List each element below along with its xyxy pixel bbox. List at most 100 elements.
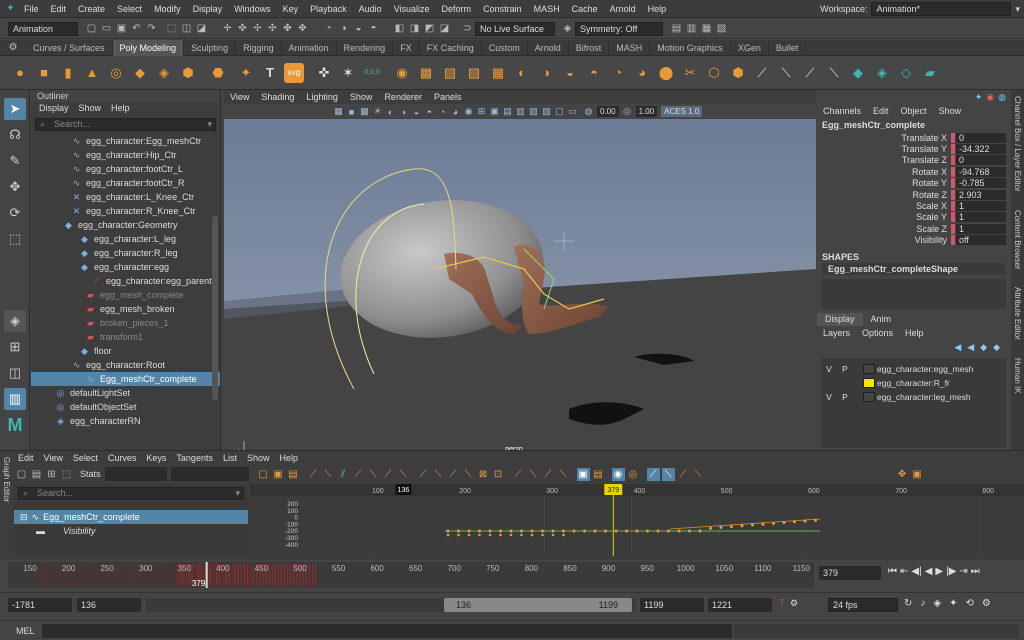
current-frame-field[interactable]: 379 xyxy=(819,566,881,580)
buffer-snapshot-icon[interactable]: ⊠ xyxy=(477,468,490,481)
outliner-search-input[interactable]: ⌕ Search... ▾ xyxy=(35,118,216,131)
graph-menu-tangents[interactable]: Tangents xyxy=(176,451,213,465)
graph-key[interactable] xyxy=(541,533,544,537)
graph-key[interactable] xyxy=(499,533,502,537)
select-tool-icon[interactable]: ➤ xyxy=(4,98,26,120)
layer-tab-display[interactable]: Display xyxy=(817,312,863,326)
snap-vertex-icon[interactable]: ✥ xyxy=(296,22,309,35)
play-start-field[interactable]: 136 xyxy=(77,598,141,612)
outliner-row[interactable]: ∿ egg_character:footCtr_R xyxy=(31,176,220,190)
graph-move-icon[interactable]: ✥ xyxy=(896,468,909,481)
poly-sphere-icon[interactable]: ● xyxy=(10,63,30,83)
frame-playback-icon[interactable]: ▣ xyxy=(272,468,285,481)
go-to-start-icon[interactable]: ⏮ xyxy=(888,566,897,577)
extrude-icon[interactable]: ▦ xyxy=(488,63,508,83)
collapse-icon[interactable]: ⬤ xyxy=(656,63,676,83)
four-pane-icon[interactable]: ⊞ xyxy=(4,336,26,358)
offset-loop-icon[interactable]: ⬢ xyxy=(728,63,748,83)
graph-key[interactable] xyxy=(751,523,754,527)
tangent-auto-icon[interactable]: ⟋ xyxy=(307,468,320,481)
xray-icon[interactable]: ◔ xyxy=(437,106,448,117)
graph-key[interactable] xyxy=(478,533,481,537)
magnet-icon[interactable]: ⊃ xyxy=(461,22,474,35)
channel-row[interactable]: Rotate Z 2.903 xyxy=(817,189,1010,200)
history-icon[interactable]: ◔ xyxy=(322,22,335,35)
two-pane-icon[interactable]: ◫ xyxy=(4,362,26,384)
boolean-int-icon[interactable]: ◒ xyxy=(560,63,580,83)
channel-value-field[interactable]: -94.768 xyxy=(956,166,1006,177)
graph-attribute-row[interactable]: ▬ Visibility xyxy=(14,524,248,538)
animation-prefs-icon[interactable]: ✦ xyxy=(949,598,957,609)
live-surface-field[interactable]: No Live Surface xyxy=(475,21,555,36)
menu-arnold[interactable]: Arnold xyxy=(604,0,642,18)
camera-attr-icon[interactable]: ▣ xyxy=(489,106,500,117)
outliner-row[interactable]: ▰ egg_mesh_broken xyxy=(31,302,220,316)
tangent-plateau-icon[interactable]: ⟍ xyxy=(397,468,410,481)
viewport-menu-view[interactable]: View xyxy=(230,90,249,104)
wireframe-icon[interactable]: ▦ xyxy=(333,106,344,117)
super-shape-icon[interactable]: ⬣ xyxy=(208,63,228,83)
channel-row[interactable]: Scale Y 1 xyxy=(817,212,1010,223)
retime-icon[interactable]: ⟍ xyxy=(661,467,675,481)
graph-key[interactable] xyxy=(446,533,450,537)
menu-deform[interactable]: Deform xyxy=(436,0,478,18)
lasso-tool-icon[interactable]: ☊ xyxy=(4,124,26,146)
graph-key[interactable] xyxy=(803,519,807,523)
outliner-menu-show[interactable]: Show xyxy=(79,102,102,115)
undo-icon[interactable]: ↶ xyxy=(130,22,143,35)
shadows-icon[interactable]: ◐ xyxy=(385,106,396,117)
side-tab-attribute-editor[interactable]: Attribute Editor xyxy=(1013,287,1022,340)
multi-cut-icon[interactable]: ✂ xyxy=(680,63,700,83)
menu-file[interactable]: File xyxy=(18,0,45,18)
step-back-key-icon[interactable]: ⇤ xyxy=(900,566,908,577)
graph-key[interactable] xyxy=(457,533,460,537)
graph-key[interactable] xyxy=(488,533,492,537)
combine-icon[interactable]: 0,0,0 xyxy=(362,63,382,83)
shelf-tab-animation[interactable]: Animation xyxy=(282,39,337,56)
outliner-layout-icon[interactable]: ▥ xyxy=(4,388,26,410)
graph-key[interactable] xyxy=(772,521,775,525)
channel-value-field[interactable]: off xyxy=(956,235,1006,246)
attribute-editor-icon[interactable]: ▥ xyxy=(685,22,698,35)
shelf-tab-rigging[interactable]: Rigging xyxy=(236,39,282,56)
layer-color-swatch[interactable] xyxy=(863,377,875,388)
shelf-tab-mash[interactable]: MASH xyxy=(609,39,651,56)
menu-mash[interactable]: MASH xyxy=(528,0,566,18)
step-forward-frame-icon[interactable]: |▶ xyxy=(946,566,956,577)
tangent-linear-icon[interactable]: ⟋ xyxy=(352,468,365,481)
channel-value-field[interactable]: 0 xyxy=(956,155,1006,166)
channel-row[interactable]: Translate X 0 xyxy=(817,132,1010,143)
graph-key[interactable] xyxy=(509,529,513,533)
graph-key[interactable] xyxy=(688,529,691,533)
menu-key[interactable]: Key xyxy=(277,0,305,18)
layer-color-swatch[interactable] xyxy=(863,391,875,402)
exposure-field[interactable]: 0.00 xyxy=(597,106,619,117)
viewport-menu-panels[interactable]: Panels xyxy=(434,90,462,104)
shelf-tab-custom[interactable]: Custom xyxy=(482,39,528,56)
workspace-toggle-icon[interactable]: ▾ xyxy=(1015,4,1020,15)
channel-row[interactable]: Scale X 1 xyxy=(817,200,1010,212)
shelf-settings-icon[interactable]: ⚙ xyxy=(1,41,25,54)
graph-key[interactable] xyxy=(520,529,523,533)
outliner-row[interactable]: ◎ defaultObjectSet xyxy=(31,400,220,414)
play-forward-icon[interactable]: ▶ xyxy=(935,566,943,577)
channel-row[interactable]: Rotate Y -0.785 xyxy=(817,178,1010,189)
graph-key[interactable] xyxy=(478,529,481,533)
denormalize-icon[interactable]: ⟍ xyxy=(527,468,540,481)
graph-key[interactable] xyxy=(677,529,681,533)
graph-key[interactable] xyxy=(583,529,586,533)
menu-create[interactable]: Create xyxy=(72,0,111,18)
prefs-icon[interactable]: ⚙ xyxy=(982,598,991,609)
graph-key-icon[interactable]: ⊞ xyxy=(45,468,58,481)
graph-key[interactable] xyxy=(593,529,597,533)
resolution-gate-icon[interactable]: ▧ xyxy=(528,106,539,117)
menu-set-dropdown[interactable]: Animation xyxy=(8,21,78,36)
layer-menu-layers[interactable]: Layers xyxy=(823,326,850,340)
layer-menu-options[interactable]: Options xyxy=(862,326,893,340)
graph-key[interactable] xyxy=(467,529,471,533)
xray-joints-icon[interactable]: ◕ xyxy=(450,106,461,117)
menu-visualize[interactable]: Visualize xyxy=(388,0,436,18)
outliner-row[interactable]: ◆ floor xyxy=(31,344,220,358)
layer-playback-toggle[interactable]: P xyxy=(837,364,853,374)
loop-icon[interactable]: ↻ xyxy=(904,598,912,609)
